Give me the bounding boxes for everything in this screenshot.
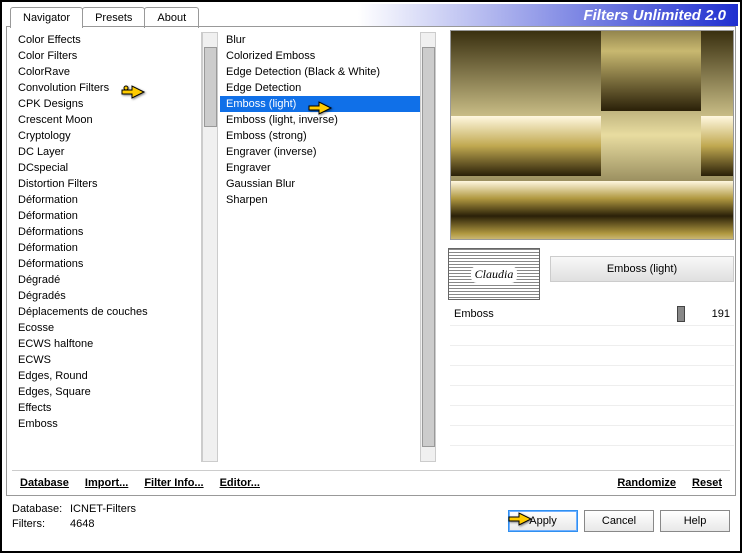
tab-navigator[interactable]: Navigator bbox=[10, 7, 83, 28]
param-row-empty bbox=[450, 406, 734, 426]
author-logo: Claudia bbox=[448, 248, 540, 300]
filter-item[interactable]: Edge Detection (Black & White) bbox=[220, 64, 420, 80]
category-item[interactable]: Effects bbox=[12, 400, 201, 416]
title-banner: Filters Unlimited 2.0 bbox=[358, 4, 738, 26]
cancel-button[interactable]: Cancel bbox=[584, 510, 654, 532]
reset-button[interactable]: Reset bbox=[684, 473, 730, 493]
category-item[interactable]: Cryptology bbox=[12, 128, 201, 144]
randomize-button[interactable]: Randomize bbox=[609, 473, 684, 493]
filter-item[interactable]: Emboss (light) bbox=[220, 96, 420, 112]
category-item[interactable]: Edges, Square bbox=[12, 384, 201, 400]
category-list[interactable]: Color EffectsColor FiltersColorRaveConvo… bbox=[12, 32, 202, 462]
category-item[interactable]: Déformation bbox=[12, 240, 201, 256]
filter-scrollbar[interactable] bbox=[420, 32, 436, 462]
filter-item[interactable]: Blur bbox=[220, 32, 420, 48]
help-button[interactable]: Help bbox=[660, 510, 730, 532]
filter-item[interactable]: Emboss (strong) bbox=[220, 128, 420, 144]
param-row-empty bbox=[450, 346, 734, 366]
param-value: 191 bbox=[694, 308, 734, 320]
param-row-empty bbox=[450, 386, 734, 406]
status-filters-label: Filters: bbox=[12, 517, 70, 532]
status-db-value: ICNET-Filters bbox=[70, 503, 136, 515]
filter-item[interactable]: Gaussian Blur bbox=[220, 176, 420, 192]
category-item[interactable]: Color Effects bbox=[12, 32, 201, 48]
category-item[interactable]: Déplacements de couches bbox=[12, 304, 201, 320]
category-item[interactable]: CPK Designs bbox=[12, 96, 201, 112]
category-item[interactable]: Déformations bbox=[12, 224, 201, 240]
category-item[interactable]: ECWS bbox=[12, 352, 201, 368]
dialog-buttons: Apply Cancel Help bbox=[508, 510, 730, 532]
category-item[interactable]: Déformations bbox=[12, 256, 201, 272]
filter-info-button[interactable]: Filter Info... bbox=[136, 473, 211, 493]
filter-item[interactable]: Engraver bbox=[220, 160, 420, 176]
filter-item[interactable]: Emboss (light, inverse) bbox=[220, 112, 420, 128]
app-title: Filters Unlimited 2.0 bbox=[583, 7, 726, 24]
editor-button[interactable]: Editor... bbox=[212, 473, 268, 493]
category-scrollbar[interactable] bbox=[202, 32, 218, 462]
tab-bar: Navigator Presets About bbox=[10, 7, 198, 28]
category-item[interactable]: Edges, Round bbox=[12, 368, 201, 384]
param-row-empty bbox=[450, 366, 734, 386]
category-item[interactable]: Emboss bbox=[12, 416, 201, 432]
category-item[interactable]: ECWS halftone bbox=[12, 336, 201, 352]
category-item[interactable]: Color Filters bbox=[12, 48, 201, 64]
category-item[interactable]: Ecosse bbox=[12, 320, 201, 336]
import-button[interactable]: Import... bbox=[77, 473, 136, 493]
apply-button[interactable]: Apply bbox=[508, 510, 578, 532]
database-button[interactable]: Database bbox=[12, 473, 77, 493]
category-item[interactable]: ColorRave bbox=[12, 64, 201, 80]
category-item[interactable]: Déformation bbox=[12, 208, 201, 224]
filter-item[interactable]: Edge Detection bbox=[220, 80, 420, 96]
param-row-empty bbox=[450, 426, 734, 446]
scrollbar-thumb[interactable] bbox=[204, 47, 217, 127]
param-label: Emboss bbox=[450, 308, 694, 320]
filter-list[interactable]: BlurColorized EmbossEdge Detection (Blac… bbox=[220, 32, 420, 462]
scrollbar-thumb[interactable] bbox=[422, 47, 435, 447]
status-db-label: Database: bbox=[12, 502, 70, 517]
tab-presets[interactable]: Presets bbox=[82, 7, 145, 28]
category-item[interactable]: Déformation bbox=[12, 192, 201, 208]
param-row-empty bbox=[450, 326, 734, 346]
filter-item[interactable]: Engraver (inverse) bbox=[220, 144, 420, 160]
category-item[interactable]: Dégradés bbox=[12, 288, 201, 304]
parameter-panel: Emboss191 bbox=[450, 302, 734, 446]
category-item[interactable]: DCspecial bbox=[12, 160, 201, 176]
category-item[interactable]: Dégradé bbox=[12, 272, 201, 288]
status-filters-value: 4648 bbox=[70, 518, 94, 530]
param-row[interactable]: Emboss191 bbox=[450, 302, 734, 326]
category-item[interactable]: Distortion Filters bbox=[12, 176, 201, 192]
slider-thumb[interactable] bbox=[677, 306, 685, 322]
bottom-toolbar: Database Import... Filter Info... Editor… bbox=[12, 470, 730, 494]
preview-image bbox=[450, 30, 734, 240]
status-bar: Database:ICNET-Filters Filters:4648 bbox=[12, 502, 136, 532]
current-filter-title: Emboss (light) bbox=[550, 256, 734, 282]
tab-about[interactable]: About bbox=[144, 7, 199, 28]
filter-item[interactable]: Sharpen bbox=[220, 192, 420, 208]
category-item[interactable]: Convolution Filters bbox=[12, 80, 201, 96]
filter-item[interactable]: Colorized Emboss bbox=[220, 48, 420, 64]
category-item[interactable]: Crescent Moon bbox=[12, 112, 201, 128]
category-item[interactable]: DC Layer bbox=[12, 144, 201, 160]
